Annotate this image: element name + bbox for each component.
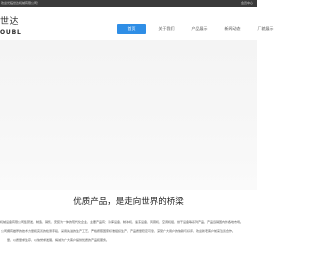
nav-item-products[interactable]: 产品展示: [183, 24, 216, 34]
welcome-text: 欢迎光临世达机械有限公司！: [1, 1, 41, 5]
member-center-link[interactable]: 会员中心: [241, 0, 253, 7]
company-description: 机械设备有限公司集研发、制造、销售、安装为一体的现代化企业，主要产品有：冷库设备…: [0, 218, 257, 245]
main-nav: 首页 关于我们 产品展示 新闻动态 厂貌展示: [117, 24, 282, 34]
nav-item-about[interactable]: 关于我们: [150, 24, 183, 34]
logo-chinese[interactable]: 世达: [0, 18, 19, 27]
description-line: 公司拥有雄厚的技术力量和完善的检测手段，采用先进的生产工艺，严格按照国家标准组织…: [1, 229, 236, 233]
hero-banner: [0, 40, 257, 190]
nav-item-factory[interactable]: 厂貌展示: [249, 24, 282, 34]
top-bar: 欢迎光临世达机械有限公司！ 会员中心: [0, 0, 257, 7]
nav-item-news[interactable]: 新闻动态: [216, 24, 249, 34]
nav-item-home[interactable]: 首页: [117, 24, 146, 34]
slogan-heading: 优质产品，是走向世界的桥梁: [73, 197, 184, 207]
logo-english[interactable]: OUBL: [0, 30, 22, 36]
site-header: 世达 OUBL 首页 关于我们 产品展示 新闻动态 厂貌展示: [0, 7, 274, 40]
description-line: 机械设备有限公司集研发、制造、销售、安装为一体的现代化企业，主要产品有：冷库设备…: [0, 220, 244, 224]
description-line: 量，以质量求生存，以信誉求发展，竭诚为广大客户提供优质的产品和服务。: [7, 238, 110, 242]
